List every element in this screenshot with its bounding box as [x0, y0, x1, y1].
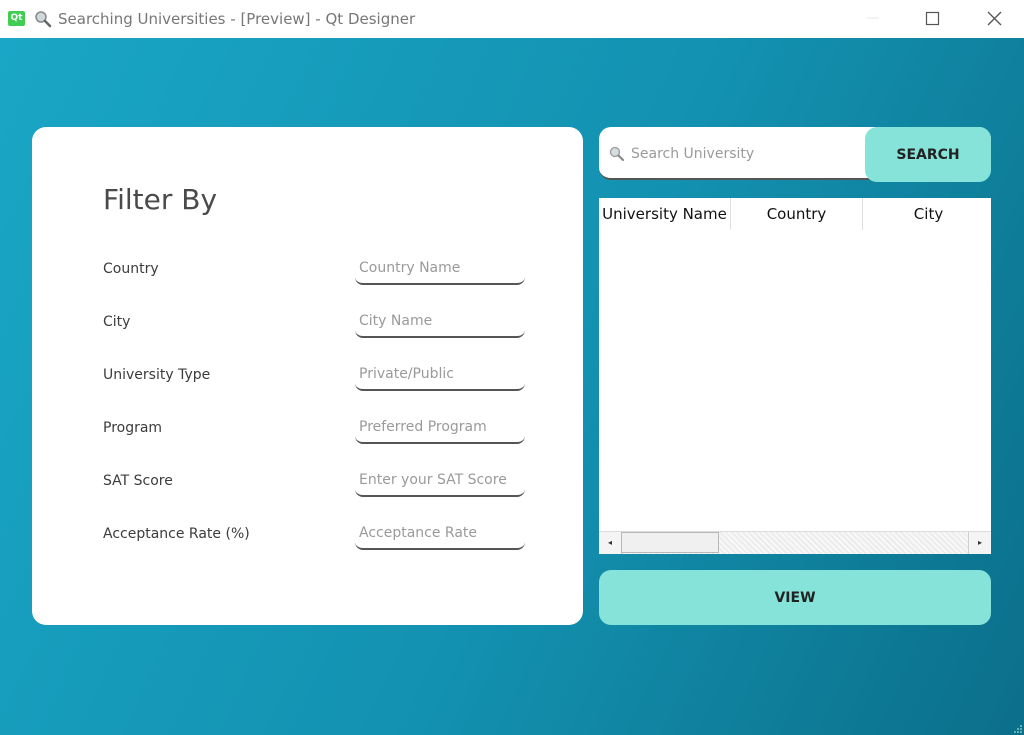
filter-title: Filter By: [103, 183, 218, 216]
horizontal-scrollbar[interactable]: ◂ ▸: [599, 531, 991, 554]
qt-designer-app-icon: Qt: [8, 11, 25, 26]
search-input[interactable]: [629, 137, 863, 171]
program-label: Program: [103, 420, 163, 436]
university-type-input[interactable]: [355, 358, 525, 391]
search-icon: [35, 11, 52, 28]
column-header-university-name[interactable]: University Name: [599, 198, 731, 230]
column-header-city[interactable]: City: [863, 198, 991, 230]
acceptance-rate-label: Acceptance Rate (%): [103, 526, 250, 542]
main-window-content: Filter By Country City University Type P…: [0, 38, 1024, 735]
resize-grip-icon[interactable]: [1014, 725, 1022, 733]
results-table[interactable]: University Name Country City ◂ ▸: [599, 198, 991, 554]
city-label: City: [103, 314, 131, 330]
filter-panel: Filter By Country City University Type P…: [32, 127, 583, 625]
sat-score-input[interactable]: [355, 464, 525, 497]
city-input[interactable]: [355, 305, 525, 338]
window-title: Searching Universities - [Preview] - Qt …: [58, 10, 416, 28]
table-header: University Name Country City: [599, 198, 991, 230]
close-icon: [987, 11, 1002, 26]
acceptance-rate-input[interactable]: [355, 517, 525, 550]
scroll-left-arrow-icon[interactable]: ◂: [599, 532, 622, 554]
maximize-button[interactable]: [908, 0, 958, 38]
minimize-button[interactable]: [848, 0, 898, 38]
search-bar: SEARCH: [599, 127, 991, 182]
scrollbar-thumb[interactable]: [621, 532, 719, 553]
search-button[interactable]: SEARCH: [865, 127, 991, 182]
country-label: Country: [103, 261, 159, 277]
sat-score-label: SAT Score: [103, 473, 173, 489]
country-input[interactable]: [355, 252, 525, 285]
maximize-icon: [925, 11, 940, 26]
program-input[interactable]: [355, 411, 525, 444]
university-type-label: University Type: [103, 367, 211, 383]
column-header-country[interactable]: Country: [731, 198, 863, 230]
close-button[interactable]: [970, 0, 1020, 38]
scroll-right-arrow-icon[interactable]: ▸: [968, 532, 991, 554]
title-bar: Qt Searching Universities - [Preview] - …: [0, 0, 1024, 38]
view-button[interactable]: VIEW: [599, 570, 991, 625]
minimize-icon: [867, 17, 879, 19]
search-icon: [609, 146, 625, 162]
